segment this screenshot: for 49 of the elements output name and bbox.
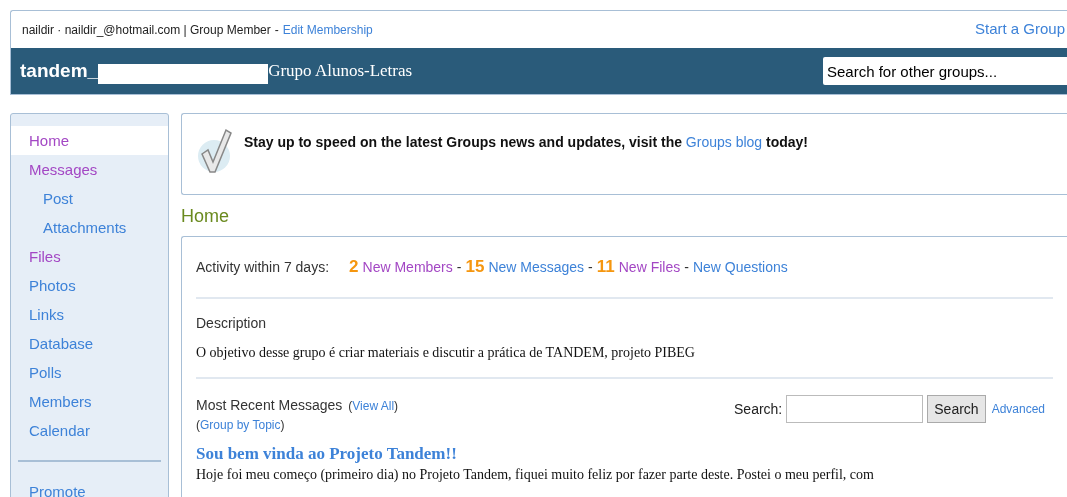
groups-blog-link[interactable]: Groups blog — [685, 134, 763, 150]
start-group-link[interactable]: Start a Group — [974, 18, 1065, 41]
sidebar-item[interactable]: Links — [11, 300, 168, 329]
sidebar-item[interactable]: Messages — [11, 155, 168, 184]
view-all-link[interactable]: View All — [352, 399, 395, 413]
activity-count: 11 — [596, 256, 615, 279]
sidebar-item[interactable]: Polls — [11, 358, 168, 387]
activity-count: 15 — [465, 256, 485, 279]
sidebar-item[interactable]: Members — [11, 387, 168, 416]
sidebar-item[interactable]: Database — [11, 329, 168, 358]
activity-link[interactable]: New Members — [362, 256, 453, 278]
separator-text: - — [588, 257, 593, 277]
advanced-link[interactable]: Advanced — [991, 400, 1045, 418]
account-info: naildir · naildir_@hotmail.com | Group Member — [22, 21, 271, 39]
parenthesis-text: ) — [280, 418, 285, 432]
sidebar-item[interactable]: Home — [11, 126, 168, 155]
activity-count: 2 — [349, 256, 359, 279]
message-preview: Hoje foi meu começo (primeiro dia) no Projeto Tandem, fiquei muito feliz por fazer parte deste. Postei o meu perfil, com — [196, 466, 875, 484]
activity-link[interactable]: New Messages — [488, 256, 585, 278]
activity-link[interactable]: New Files — [618, 256, 681, 278]
notice-text: Stay up to speed on the latest Groups news and updates, visit the Groups blog today! — [244, 133, 809, 152]
parenthesis-text: ) — [394, 399, 399, 413]
activity-label: Activity within 7 days: — [196, 257, 330, 277]
group-search-field[interactable]: Search for other groups... — [823, 57, 1067, 85]
separator-text: - — [274, 21, 279, 39]
separator-text: - — [684, 257, 689, 277]
sidebar-item[interactable]: Files — [11, 242, 168, 271]
separator-text: - — [456, 257, 462, 277]
sidebar-item[interactable]: Calendar — [11, 416, 168, 445]
activity-link[interactable]: New Questions — [692, 256, 788, 278]
group-subtitle: Grupo Alunos-Letras — [268, 60, 413, 83]
message-search-field[interactable] — [786, 395, 924, 423]
sidebar-item[interactable]: Post — [11, 184, 168, 213]
group-name: tandem_ — [20, 58, 99, 83]
parenthesis-text: ( — [196, 418, 200, 432]
sidebar-item[interactable]: Promote — [11, 477, 168, 497]
search-label: Search: — [734, 399, 783, 419]
checkmark-icon — [198, 128, 234, 174]
group-by-topic-link[interactable]: Group by Topic — [200, 418, 281, 432]
recent-heading: Most Recent Messages — [196, 396, 343, 415]
message-title-link[interactable]: Sou bem vinda ao Projeto Tandem!! — [196, 444, 1053, 464]
edit-membership-link[interactable]: Edit Membership — [282, 20, 373, 39]
description-heading: Description — [196, 314, 268, 333]
description-text: O objetivo desse grupo é criar materiais e discutir a prática de TANDEM, projeto PIBEG — [196, 344, 696, 362]
parenthesis-text: ( — [348, 399, 353, 413]
sidebar-item[interactable]: Attachments — [11, 213, 168, 242]
page-title: Home — [181, 205, 230, 227]
sidebar-item[interactable]: Photos — [11, 271, 168, 300]
search-button[interactable]: Search — [927, 395, 986, 423]
